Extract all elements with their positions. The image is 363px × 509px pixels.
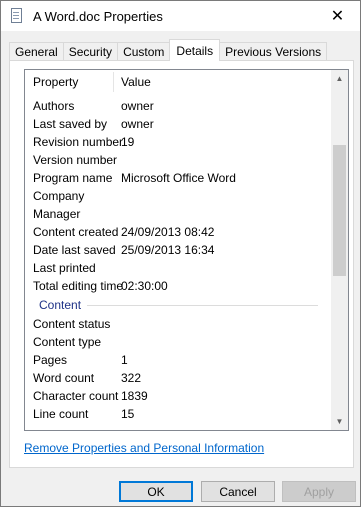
property-name: Character count: [33, 389, 119, 403]
list-item[interactable]: Content created 24/09/2013 08:42: [25, 223, 326, 241]
scroll-thumb[interactable]: [333, 145, 346, 276]
list-item[interactable]: Manager: [25, 205, 326, 223]
value-column-header[interactable]: Value: [121, 75, 151, 89]
property-value: Microsoft Office Word: [121, 171, 236, 185]
property-name: Last printed: [33, 261, 96, 275]
group-header[interactable]: Content: [25, 295, 326, 315]
property-value: 24/09/2013 08:42: [121, 225, 215, 239]
property-name: Line count: [33, 407, 89, 421]
tab-general[interactable]: General: [9, 42, 64, 61]
chevron-up-icon: ▲: [335, 74, 344, 83]
remove-properties-link[interactable]: Remove Properties and Personal Informati…: [24, 441, 264, 455]
list-item[interactable]: Word count 322: [25, 369, 326, 387]
property-name: Date last saved: [33, 243, 116, 257]
list-item[interactable]: Content type: [25, 333, 326, 351]
title-bar[interactable]: A Word.doc Properties ✕: [1, 1, 360, 31]
property-value: 25/09/2013 16:34: [121, 243, 215, 257]
ok-button[interactable]: OK: [119, 481, 193, 502]
group-label: Content: [39, 298, 82, 312]
property-name: Word count: [33, 371, 95, 385]
property-value: 19: [121, 135, 135, 149]
scroll-up-button[interactable]: ▲: [331, 70, 348, 87]
document-icon: [10, 8, 24, 24]
list-item[interactable]: Content status: [25, 315, 326, 333]
property-name: Revision number: [33, 135, 124, 149]
group-divider: [87, 305, 318, 306]
list-item[interactable]: Date last saved 25/09/2013 16:34: [25, 241, 326, 259]
property-value: owner: [121, 99, 154, 113]
list-item[interactable]: Version number: [25, 151, 326, 169]
cancel-button[interactable]: Cancel: [201, 481, 275, 502]
property-name: Content created: [33, 225, 119, 239]
apply-button[interactable]: Apply: [282, 481, 356, 502]
tab-details[interactable]: Details: [169, 39, 221, 61]
list-item[interactable]: Revision number 19: [25, 133, 326, 151]
window-title: A Word.doc Properties: [33, 8, 163, 24]
property-rows: Authors owner Last saved by owner Revision n…: [25, 97, 326, 423]
property-name: Last saved by: [33, 117, 108, 131]
property-name: Content type: [33, 335, 102, 349]
scroll-down-button[interactable]: ▼: [331, 413, 348, 430]
details-panel: Property Value Authors owner Last saved by…: [9, 60, 354, 468]
list-item[interactable]: Last saved by owner: [25, 115, 326, 133]
property-name: Company: [33, 189, 85, 203]
close-icon: ✕: [330, 8, 345, 25]
list-item[interactable]: Pages 1: [25, 351, 326, 369]
list-item[interactable]: Company: [25, 187, 326, 205]
property-name: Manager: [33, 207, 81, 221]
list-item[interactable]: Total editing time 02:30:00: [25, 277, 326, 295]
property-column-header[interactable]: Property: [33, 75, 78, 89]
property-name: Total editing time: [33, 279, 124, 293]
property-value: 1: [121, 353, 128, 367]
property-value: 15: [121, 407, 135, 421]
property-name: Content status: [33, 317, 111, 331]
chevron-down-icon: ▼: [335, 417, 344, 426]
list-item[interactable]: Character count 1839: [25, 387, 326, 405]
list-header: Property Value: [25, 70, 326, 94]
list-item[interactable]: Last printed: [25, 259, 326, 277]
property-value: 02:30:00: [121, 279, 168, 293]
tab-security[interactable]: Security: [62, 42, 119, 61]
list-item[interactable]: Authors owner: [25, 97, 326, 115]
property-value: 322: [121, 371, 142, 385]
list-item[interactable]: Program name Microsoft Office Word: [25, 169, 326, 187]
tab-previous-versions[interactable]: Previous Versions: [219, 42, 328, 61]
list-item[interactable]: Line count 15: [25, 405, 326, 423]
tab-strip: General Security Custom Details Previous…: [9, 39, 328, 61]
property-name: Program name: [33, 171, 113, 185]
property-name: Version number: [33, 153, 118, 167]
vertical-scrollbar[interactable]: ▲ ▼: [331, 70, 348, 430]
property-value: owner: [121, 117, 154, 131]
close-button[interactable]: ✕: [315, 1, 360, 31]
property-value: 1839: [121, 389, 148, 403]
property-name: Pages: [33, 353, 68, 367]
properties-window: A Word.doc Properties ✕ General Security…: [0, 0, 361, 507]
property-name: Authors: [33, 99, 75, 113]
property-list[interactable]: Property Value Authors owner Last saved by…: [24, 69, 349, 431]
tab-custom[interactable]: Custom: [117, 42, 171, 61]
column-divider[interactable]: [113, 72, 114, 92]
